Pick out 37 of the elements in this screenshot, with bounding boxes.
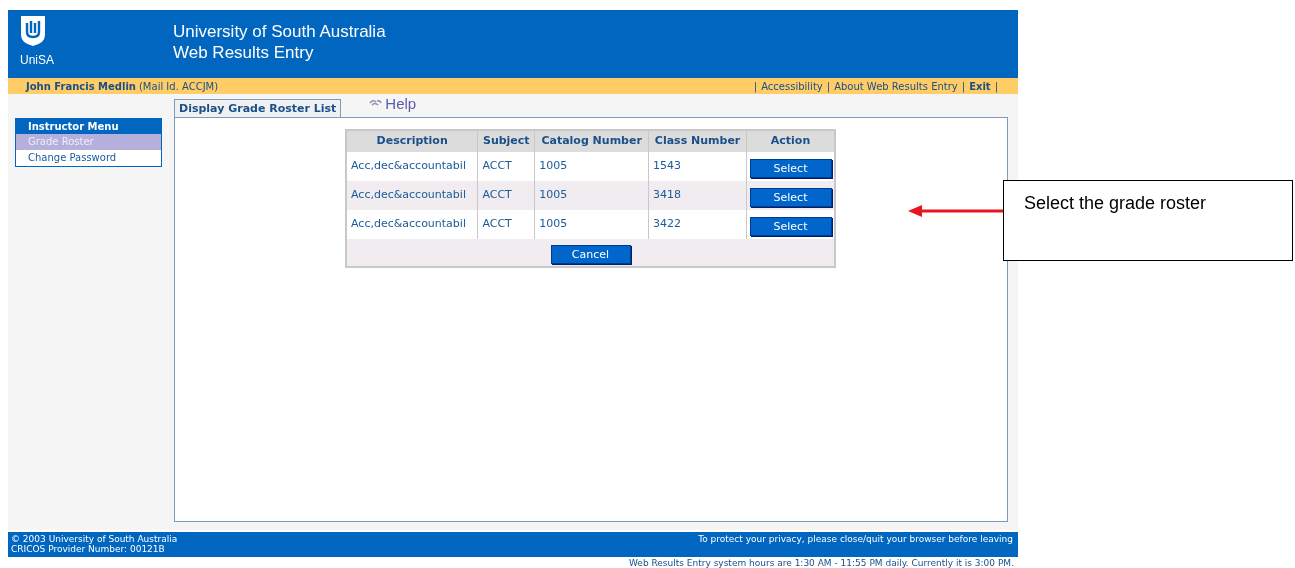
table-cell: ACCT	[477, 181, 535, 210]
annotation-text: Select the grade roster	[1024, 193, 1207, 213]
table-cell: 1005	[534, 181, 649, 210]
shield-logo-icon	[20, 15, 46, 47]
footer-text: CRICOS Provider Number: 00121B	[11, 544, 166, 554]
logo-text: UniSA	[20, 52, 54, 69]
table-cell: Acc,dec&accountabil	[346, 210, 478, 239]
separator: |	[961, 79, 966, 94]
tab[interactable]: Display Grade Roster List	[174, 99, 342, 117]
table-cell: 1005	[534, 152, 649, 181]
separator: |	[753, 79, 758, 94]
table-cell: Acc,dec&accountabil	[346, 181, 478, 210]
cancel-button[interactable]: Cancel	[550, 245, 631, 265]
table-cell: Acc,dec&accountabil	[346, 152, 478, 181]
separator: |	[994, 79, 998, 94]
menu-title: Instructor Menu	[16, 119, 161, 134]
privacy-notice: To protect your privacy, please close/quit your browser before leaving	[698, 534, 1014, 546]
user-name: John Francis Medlin	[26, 79, 136, 94]
system-hours: Web Results Entry system hours are 1:30 AM - 11:55 PM daily. Currently it is 3:00 PM.	[629, 557, 1014, 568]
table-cell: ACCT	[477, 210, 535, 239]
select-button[interactable]: Select	[749, 159, 832, 179]
header-link[interactable]: About Web Results Entry	[834, 78, 958, 94]
help-link[interactable]: Help	[385, 92, 417, 115]
table-cell: 1005	[534, 210, 649, 239]
header-link[interactable]: Accessibility	[761, 78, 823, 94]
site-title: University of South Australia	[173, 21, 386, 42]
header-link[interactable]: Exit	[969, 78, 991, 94]
select-button[interactable]: Select	[749, 188, 832, 208]
mail-id: (Mail Id. ACCJM)	[138, 79, 219, 94]
table-cell: 1543	[648, 152, 747, 181]
separator: |	[826, 79, 831, 94]
table-cell: ACCT	[477, 152, 535, 181]
table-cell: 3418	[648, 181, 747, 210]
table-cell: 3422	[648, 210, 747, 239]
site-subtitle: Web Results Entry	[173, 42, 315, 63]
footer-text: © 2003 University of South Australia	[11, 534, 178, 544]
select-button[interactable]: Select	[749, 217, 832, 237]
